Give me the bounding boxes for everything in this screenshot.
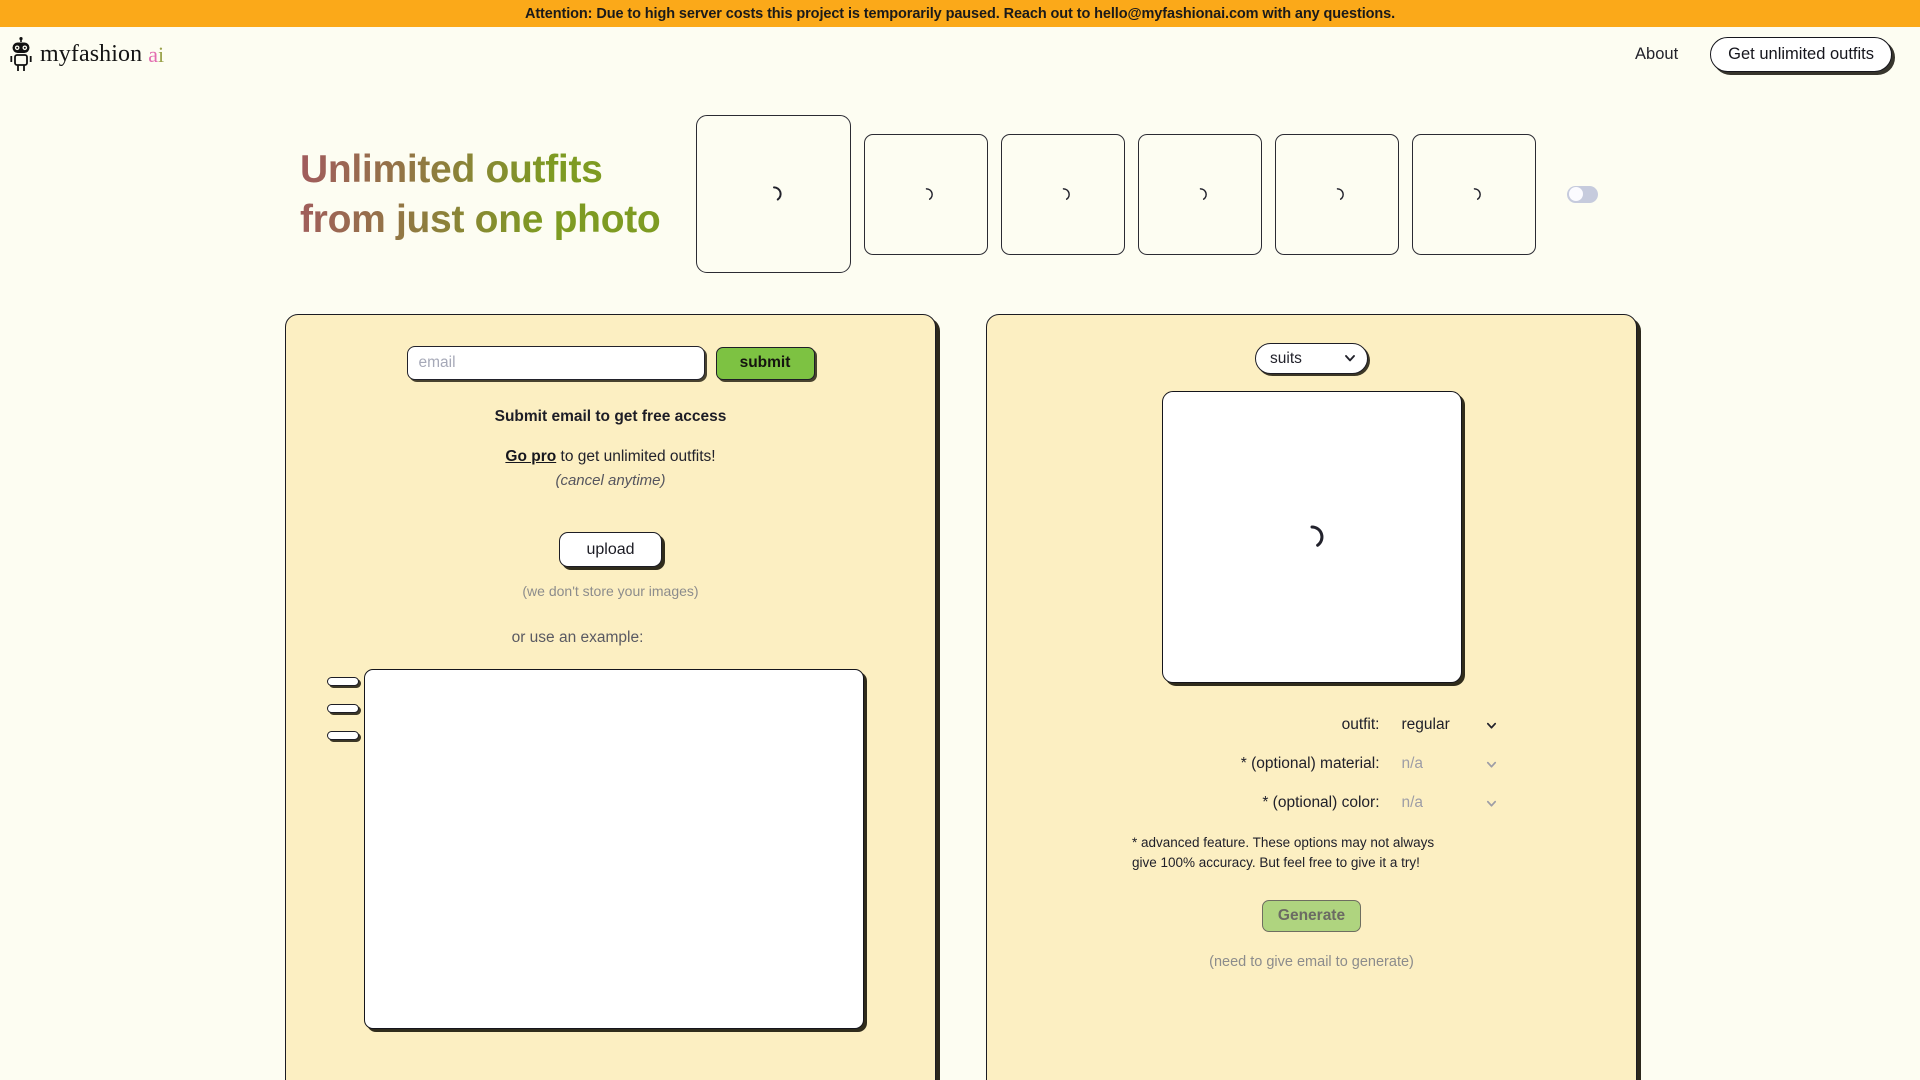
option-row-color: * (optional) color: n/a — [987, 794, 1636, 812]
cancel-anytime-text: (cancel anytime) — [555, 472, 666, 489]
option-value-color-text: n/a — [1401, 794, 1424, 811]
option-label-outfit: outfit: — [1341, 716, 1380, 733]
outfit-thumbnail-strip — [696, 115, 1598, 273]
outfit-strip-toggle[interactable] — [1567, 185, 1598, 203]
option-value-outfit-text: regular — [1401, 716, 1450, 733]
submit-button[interactable]: submit — [715, 346, 815, 380]
outfit-thumbnail[interactable] — [1412, 133, 1536, 255]
main-panels: submit Submit email to get free access G… — [0, 292, 1920, 1080]
brand-ai-a: a — [148, 41, 158, 67]
outfit-thumbnail[interactable] — [1275, 133, 1399, 255]
example-thumbnail[interactable] — [327, 704, 359, 713]
category-select[interactable]: suits — [1255, 343, 1368, 374]
announcement-banner-text: Attention: Due to high server costs this… — [524, 5, 1396, 22]
option-row-material: * (optional) material: n/a — [987, 755, 1636, 773]
example-image-canvas[interactable] — [364, 669, 864, 1029]
spinner-icon — [925, 187, 933, 200]
generate-panel: suits outfit: regular * (optional) mater… — [986, 314, 1637, 1080]
option-label-material: * (optional) material: — [1240, 755, 1380, 772]
email-input[interactable] — [406, 346, 705, 380]
option-row-outfit: outfit: regular — [987, 716, 1636, 734]
go-pro-line: Go pro to get unlimited outfits! — [286, 448, 935, 466]
outfit-thumbnail[interactable] — [864, 133, 988, 255]
category-select-wrap: suits — [987, 315, 1636, 374]
page-title: Unlimited outfits from just one photo — [0, 115, 700, 246]
upload-panel: submit Submit email to get free access G… — [285, 314, 936, 1080]
chevron-down-icon — [1486, 800, 1496, 807]
spinner-icon — [1336, 187, 1344, 200]
nav-link-about[interactable]: About — [1635, 45, 1678, 64]
generated-image-preview[interactable] — [1161, 391, 1462, 683]
free-access-text: Submit email to get free access — [494, 408, 727, 425]
chevron-down-icon — [1486, 722, 1496, 729]
spinner-icon — [772, 186, 782, 201]
option-value-color[interactable]: n/a — [1402, 794, 1497, 812]
outfit-thumbnail[interactable] — [1138, 133, 1262, 255]
hero-section: Unlimited outfits from just one photo — [0, 82, 1920, 292]
brand-name: myfashion — [40, 41, 143, 67]
upload-button[interactable]: upload — [559, 532, 662, 567]
toggle-knob — [1568, 187, 1583, 201]
spinner-icon — [1199, 187, 1207, 200]
example-picker — [286, 669, 935, 1029]
example-thumbnail[interactable] — [327, 731, 359, 740]
example-thumbnail[interactable] — [327, 677, 359, 686]
no-store-images-text: (we don't store your images) — [522, 583, 699, 599]
chevron-down-icon — [1486, 761, 1496, 768]
get-unlimited-outfits-button[interactable]: Get unlimited outfits — [1710, 37, 1892, 72]
advanced-feature-note: * advanced feature. These options may no… — [1132, 835, 1435, 870]
spinner-icon — [1473, 187, 1481, 200]
announcement-banner: Attention: Due to high server costs this… — [0, 0, 1920, 27]
outfit-thumbnail[interactable] — [1001, 133, 1125, 255]
go-pro-link[interactable]: Go pro — [505, 448, 556, 465]
option-value-outfit[interactable]: regular — [1402, 716, 1497, 734]
need-email-hint: (need to give email to generate) — [1209, 954, 1414, 971]
option-label-color: * (optional) color: — [1262, 794, 1380, 811]
option-value-material-text: n/a — [1401, 755, 1424, 772]
or-use-example-label: or use an example: — [511, 629, 644, 646]
brand-ai-i: i — [158, 41, 165, 67]
option-value-material[interactable]: n/a — [1402, 755, 1497, 773]
spinner-icon — [1310, 525, 1323, 547]
brand-ai-suffix: ai — [148, 42, 164, 68]
email-signup-row: submit — [286, 315, 935, 380]
go-pro-rest-text: to get unlimited outfits! — [556, 448, 716, 465]
generate-button[interactable]: Generate — [1262, 900, 1361, 933]
robot-icon — [10, 36, 32, 71]
brand-logo[interactable]: myfashion ai — [8, 35, 164, 75]
example-thumbnail-list — [327, 669, 364, 740]
generate-section: Generate — [987, 900, 1636, 933]
generation-options: outfit: regular * (optional) material: n… — [987, 716, 1636, 812]
outfit-thumbnail[interactable] — [696, 115, 851, 273]
site-header: myfashion ai About Get unlimited outfits — [0, 27, 1920, 82]
header-nav: About Get unlimited outfits — [1635, 37, 1892, 72]
spinner-icon — [1062, 187, 1070, 200]
upload-section: upload (we don't store your images) — [286, 532, 935, 599]
